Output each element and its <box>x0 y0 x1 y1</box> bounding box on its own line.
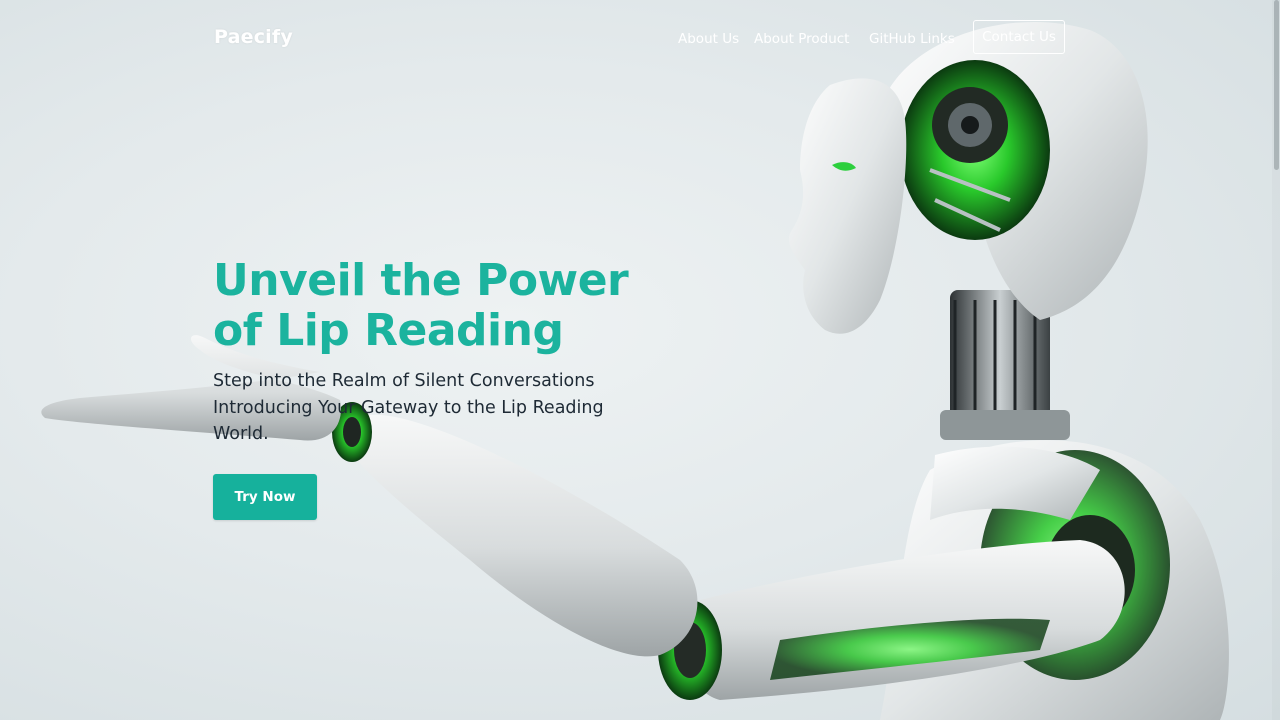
hero-subtitle-line-3: World. <box>213 424 269 444</box>
hero-title-line-2: of Lip Reading <box>213 305 564 356</box>
robot-hero-image <box>41 21 1229 720</box>
try-now-button[interactable]: Try Now <box>213 474 317 520</box>
hero-subtitle: Step into the Realm of Silent Conversati… <box>213 368 633 448</box>
contact-us-button[interactable]: Contact Us <box>973 20 1065 54</box>
hero-subtitle-line-1: Step into the Realm of Silent Conversati… <box>213 371 595 391</box>
scrollbar-thumb[interactable] <box>1274 0 1279 170</box>
navbar: Paecify About Us About Product GitHub Li… <box>0 0 1280 78</box>
nav-link-about-us[interactable]: About Us <box>678 31 739 47</box>
brand-logo[interactable]: Paecify <box>214 26 293 48</box>
hero-subtitle-line-2: Introducing Your Gateway to the Lip Read… <box>213 397 604 418</box>
hero-title: Unveil the Power of Lip Reading <box>213 256 673 356</box>
nav-link-about-product[interactable]: About Product <box>754 31 849 47</box>
page-scrollbar[interactable] <box>1272 0 1280 720</box>
nav-link-github-links[interactable]: GitHub Links <box>869 31 955 47</box>
hero-title-line-1: Unveil the Power <box>213 255 629 306</box>
